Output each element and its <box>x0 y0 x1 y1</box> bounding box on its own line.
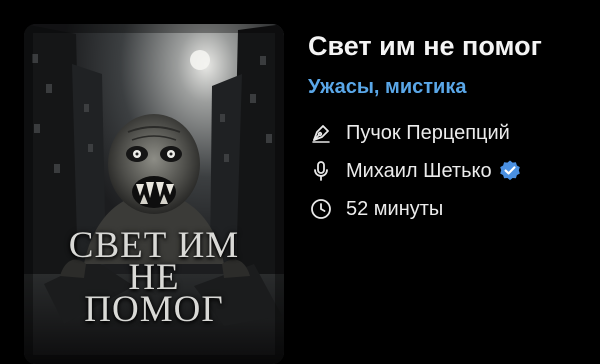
pen-nib-icon <box>308 120 334 146</box>
duration-row: 52 минуты <box>308 190 594 228</box>
duration-text: 52 минуты <box>346 197 444 220</box>
book-meta-list: Пучок Перцепций Михаил Шетько 52 минуты <box>308 114 594 228</box>
narrator-row[interactable]: Михаил Шетько <box>308 152 594 190</box>
clock-icon <box>308 196 334 222</box>
genre-link[interactable]: Ужасы, мистика <box>308 72 594 102</box>
book-title: Свет им не помог <box>308 31 542 61</box>
verified-badge-icon <box>498 159 522 183</box>
author-name[interactable]: Пучок Перцепций <box>346 122 510 145</box>
microphone-icon <box>308 158 334 184</box>
book-cover[interactable]: СВЕТ ИМ НЕ ПОМОГ <box>24 24 284 364</box>
author-row[interactable]: Пучок Перцепций <box>308 114 594 152</box>
narrator-name[interactable]: Михаил Шетько <box>346 160 492 183</box>
book-info-panel: Свет им не помог Ужасы, мистика Пучок Пе… <box>308 28 594 228</box>
cover-title-text: СВЕТ ИМ НЕ ПОМОГ <box>68 225 240 330</box>
